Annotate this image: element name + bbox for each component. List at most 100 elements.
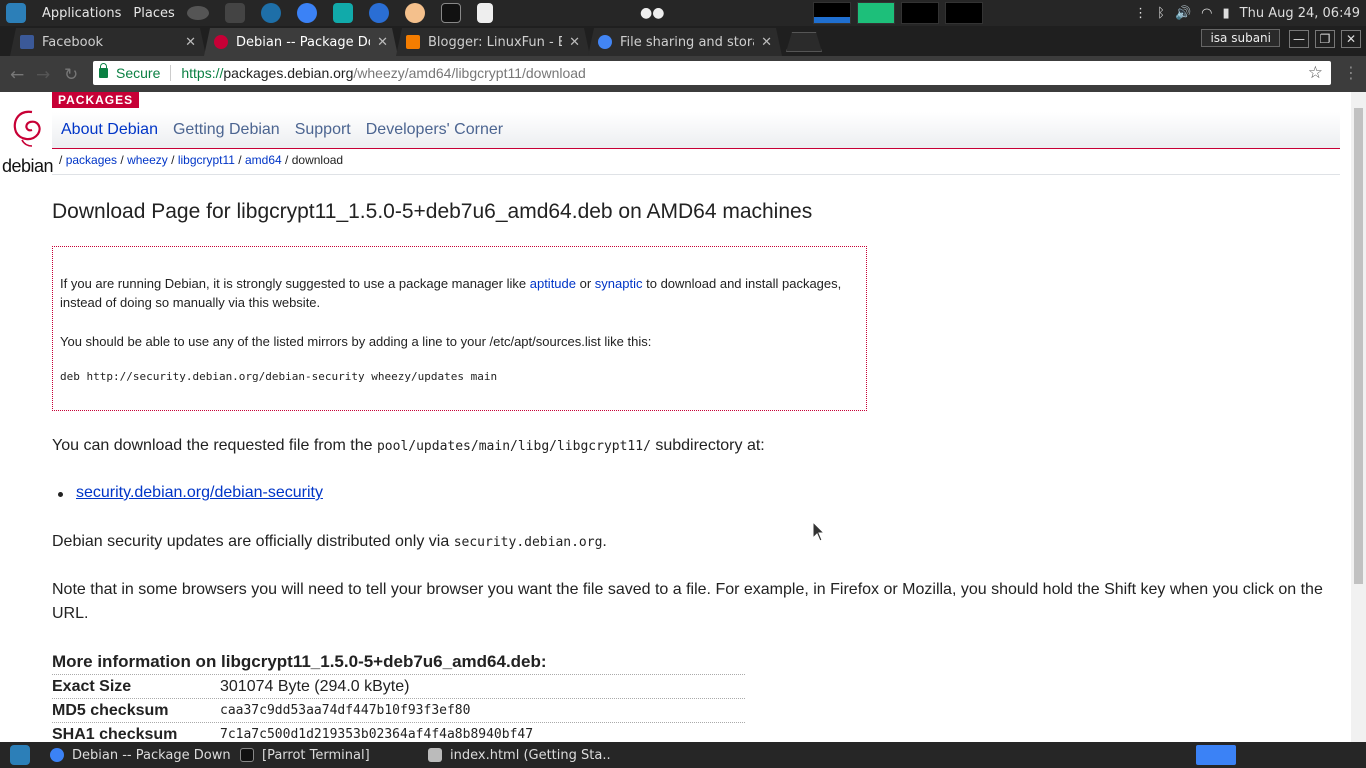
profile-button[interactable]: isa subani [1201,29,1280,47]
m-icon[interactable] [368,3,389,23]
browser-menu-icon[interactable]: ⋮ [1343,63,1359,82]
nav-about-debian[interactable]: About Debian [61,121,158,139]
close-window-button[interactable]: ✕ [1341,30,1361,48]
disk-monitor-icon [945,2,983,24]
nav-developers-corner[interactable]: Developers' Corner [366,121,503,139]
mirror-link[interactable]: security.debian.org/debian-security [76,484,323,501]
nav-getting-debian[interactable]: Getting Debian [173,121,280,139]
table-row: Exact Size 301074 Byte (294.0 kByte) [52,674,745,698]
info-value: caa37c9dd53aa74df447b10f93f3ef80 [220,703,471,718]
bluetooth-icon[interactable]: ᛒ [1157,6,1165,21]
info-key: SHA1 checksum [52,725,178,743]
cloud-icon [598,35,612,49]
clock[interactable]: Thu Aug 24, 06:49 [1240,6,1360,21]
url-path: /wheezy/amd64/libgcrypt11/download [353,65,586,81]
system-panel: Applications Places ●● ⋮ ᛒ 🔊 ◠ ▮ Thu Aug… [0,0,1366,26]
applications-menu[interactable]: Applications [42,6,121,21]
package-manager-notice: If you are running Debian, it is strongl… [52,246,867,411]
scrollbar-thumb[interactable] [1354,108,1363,584]
monitor-icon[interactable] [224,3,245,23]
task-terminal[interactable]: [Parrot Terminal] [234,744,420,766]
info-key: Exact Size [52,677,132,695]
text-editor-icon [428,748,442,762]
atom-icon[interactable] [260,3,281,23]
table-row: SHA1 checksum 7c1a7c500d1d219353b02364af… [52,722,745,742]
url-host: packages.debian.org [223,65,354,81]
debian-swirl-icon [214,35,228,49]
breadcrumb: / packages / wheezy / libgcrypt11 / amd6… [59,153,344,167]
notice-paragraph-2: You should be able to use any of the lis… [60,334,652,349]
reload-icon[interactable]: ↻ [64,65,78,85]
parrot-menu-icon[interactable] [10,745,30,765]
notice-paragraph-1: If you are running Debian, it is strongl… [60,276,842,310]
bookmark-star-icon[interactable]: ☆ [1308,63,1323,83]
table-row: MD5 checksum caa37c9dd53aa74df447b10f93f… [52,698,745,722]
mirror-list-item: security.debian.org/debian-security [58,484,323,502]
blogger-icon [406,35,420,49]
close-icon[interactable]: ✕ [569,35,580,50]
more-info-heading: More information on libgcrypt11_1.5.0-5+… [52,652,547,671]
task-editor[interactable]: index.html (Getting Sta... [422,744,610,766]
omnibox[interactable]: Secure https://packages.debian.org/wheez… [93,61,1331,85]
info-value: 7c1a7c500d1d219353b02364af4f4a8b8940bf47 [220,727,534,742]
web-page: debian PACKAGES About Debian Getting Deb… [0,92,1351,742]
battery-icon[interactable]: ▮ [1223,6,1230,21]
maximize-button[interactable]: ❐ [1315,30,1335,48]
info-value: 301074 Byte (294.0 kByte) [220,677,410,695]
tab-facebook[interactable]: Facebook ✕ [10,28,206,56]
workspace-indicator[interactable] [1196,745,1236,765]
new-tab-button[interactable] [786,32,822,52]
menu-dots-icon[interactable]: ⋮ [1134,6,1147,21]
close-icon[interactable]: ✕ [377,35,388,50]
app-icon[interactable] [404,3,425,23]
network-monitor-icon [901,2,939,24]
chrome-icon[interactable] [296,3,317,23]
taskbar: Debian -- Package Down... [Parrot Termin… [0,742,1366,768]
tab-debian[interactable]: Debian -- Package Dow ✕ [204,28,398,56]
parrot-logo-icon[interactable] [6,3,26,23]
crumb-libgcrypt11[interactable]: libgcrypt11 [178,153,235,167]
download-intro: You can download the requested file from… [52,437,765,454]
memory-monitor-icon [857,2,895,24]
back-arrow-icon[interactable]: ← [10,65,24,85]
tab-file-sharing[interactable]: File sharing and stora ✕ [588,28,782,56]
security-note: Debian security updates are officially d… [52,533,607,550]
document-icon[interactable] [476,3,493,23]
anonymous-icon[interactable] [332,3,353,23]
package-info-table: Exact Size 301074 Byte (294.0 kByte) MD5… [52,674,745,742]
synaptic-link[interactable]: synaptic [595,276,643,291]
lock-icon [99,63,108,78]
secure-indicator[interactable]: Secure [99,63,160,81]
crumb-wheezy[interactable]: wheezy [127,153,168,167]
terminal-icon [240,748,254,762]
crumb-amd64[interactable]: amd64 [245,153,282,167]
forward-arrow-icon[interactable]: → [36,65,50,85]
site-nav: About Debian Getting Debian Support Deve… [52,112,1340,149]
eyes-icon: ●● [640,5,665,21]
logo-text: debian [2,156,54,176]
volume-icon[interactable]: 🔊 [1175,6,1191,21]
page-title: Download Page for libgcrypt11_1.5.0-5+de… [52,200,813,223]
tab-blogger[interactable]: Blogger: LinuxFun - Bl ✕ [396,28,590,56]
chrome-icon [50,748,64,762]
close-icon[interactable]: ✕ [761,35,772,50]
task-debian-browser[interactable]: Debian -- Package Down... [44,744,232,766]
facebook-icon [20,35,34,49]
eye-icon[interactable] [186,6,209,20]
nav-support[interactable]: Support [295,121,351,139]
debian-logo[interactable]: debian [2,106,54,176]
info-key: MD5 checksum [52,701,169,719]
crumb-packages[interactable]: packages [66,153,117,167]
aptitude-link[interactable]: aptitude [530,276,576,291]
wifi-icon[interactable]: ◠ [1201,6,1212,21]
minimize-button[interactable]: — [1289,30,1309,48]
terminal-icon[interactable] [440,3,461,23]
cpu-monitor-icon [813,2,851,24]
crumb-current: download [291,153,344,167]
places-menu[interactable]: Places [133,6,174,21]
section-badge[interactable]: PACKAGES [52,92,140,108]
tab-bar: Facebook ✕ Debian -- Package Dow ✕ Blogg… [0,26,1366,56]
debian-swirl-icon [13,110,41,147]
close-icon[interactable]: ✕ [185,35,196,50]
url-scheme: https:// [181,65,224,81]
